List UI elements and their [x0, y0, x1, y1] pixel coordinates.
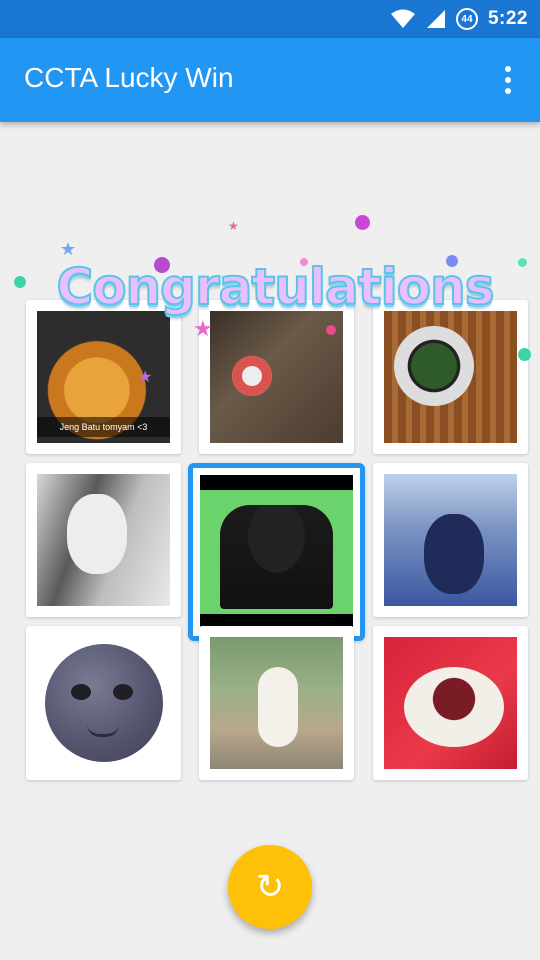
confetti-dot [446, 255, 458, 267]
star-icon: ★ [193, 316, 213, 341]
photo-group [200, 475, 353, 629]
grid-cell-8[interactable] [199, 626, 354, 780]
confetti-dot [326, 325, 336, 335]
photo-caption: Jeng Batu tomyam <3 [37, 417, 170, 437]
photo-food-table [210, 311, 343, 443]
grid-cell-2[interactable] [199, 300, 354, 454]
confetti-dot [355, 215, 370, 230]
star-icon: ★ [60, 239, 77, 259]
grid-cell-4[interactable] [26, 463, 181, 617]
grid-cell-1[interactable]: Jeng Batu tomyam <3 [26, 300, 181, 454]
clock: 5:22 [487, 8, 528, 29]
moon-emoji [37, 637, 170, 769]
wifi-icon [390, 9, 415, 28]
confetti-dot [300, 258, 308, 266]
moon-face-icon [44, 644, 163, 762]
photo-woman-portrait [37, 474, 170, 606]
app-bar: CCTA Lucky Win [0, 38, 540, 122]
star-icon: ★ [138, 369, 153, 386]
more-vert-icon [505, 66, 511, 72]
grid-cell-3[interactable] [373, 300, 528, 454]
grid-cell-9[interactable] [373, 626, 528, 780]
confetti-dot [518, 258, 527, 267]
confetti-dot [14, 276, 26, 288]
replay-button[interactable]: ↻ [228, 845, 312, 929]
photo-woman-blue [384, 474, 517, 606]
star-icon: ★ [228, 219, 239, 233]
app-title: CCTA Lucky Win [24, 62, 234, 93]
battery-icon: 44 [455, 8, 478, 30]
signal-icon [426, 10, 445, 28]
replay-icon: ↻ [255, 868, 285, 906]
confetti-dot [154, 257, 170, 273]
grid-cell-6[interactable] [373, 463, 528, 617]
photo-ice-dessert [384, 637, 517, 769]
overflow-menu-button[interactable] [496, 60, 520, 100]
grid-cell-7[interactable] [26, 626, 181, 780]
photo-soup-bowl [384, 311, 517, 443]
confetti-dot [518, 348, 531, 361]
congratulations-banner: Congratulations [56, 257, 496, 317]
status-bar: 44 5:22 [0, 0, 540, 38]
grid-cell-5-selected[interactable] [188, 463, 365, 641]
photo-woman-sitting [210, 637, 343, 769]
photo-grid: Jeng Batu tomyam <3 [26, 300, 528, 782]
